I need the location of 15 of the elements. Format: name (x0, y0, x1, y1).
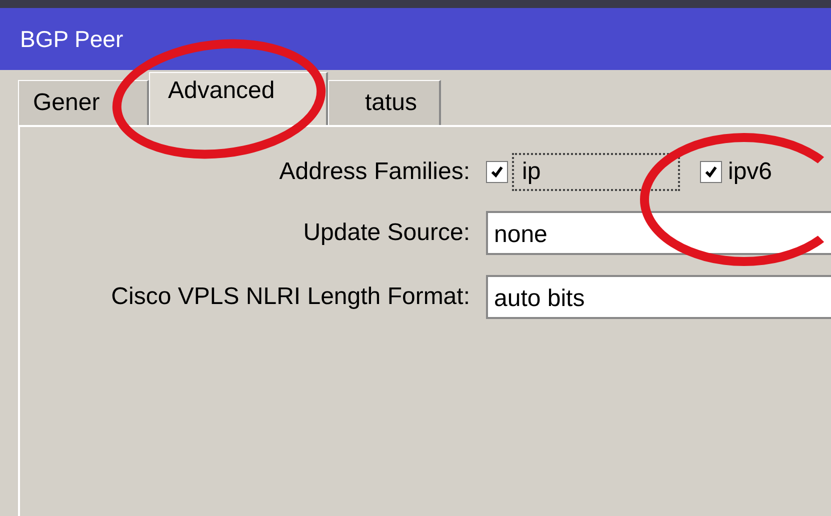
tab[interactable]: Gener (18, 80, 149, 125)
field-label: Address Families: (279, 158, 470, 186)
tab[interactable]: Advanced (149, 72, 328, 125)
check-icon (704, 165, 718, 179)
window-title: BGP Peer (20, 26, 124, 52)
input-field[interactable]: none (486, 211, 831, 255)
checkbox-label: ipv6 (728, 158, 772, 186)
field-label: Cisco VPLS NLRI Length Format: (111, 283, 470, 311)
check-icon (490, 165, 504, 179)
checkbox[interactable] (700, 161, 722, 183)
tab[interactable]: tatus (328, 80, 441, 125)
input-field[interactable]: auto bits (486, 275, 831, 319)
field-label: Update Source: (303, 219, 470, 247)
checkbox[interactable] (486, 161, 508, 183)
checkbox-label: ip (522, 158, 541, 186)
